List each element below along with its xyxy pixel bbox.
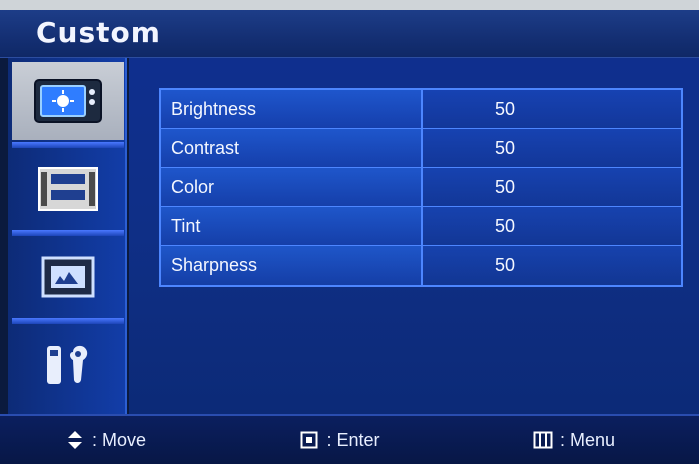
setting-row-color[interactable]: Color 50 [161, 168, 681, 207]
sidebar-item-tools[interactable] [12, 326, 124, 404]
setting-row-contrast[interactable]: Contrast 50 [161, 129, 681, 168]
settings-table: Brightness 50 Contrast 50 Color 50 Tint … [159, 88, 683, 287]
setting-value: 50 [423, 90, 681, 128]
page-title: Custom [36, 16, 161, 49]
osd-header: Custom [0, 10, 699, 58]
tv-icon [29, 74, 107, 128]
setting-label: Tint [161, 207, 423, 245]
sidebar-item-display[interactable] [12, 150, 124, 228]
settings-panel: Brightness 50 Contrast 50 Color 50 Tint … [129, 58, 699, 414]
menu-hint: : Menu [532, 430, 615, 451]
sidebar-item-picture[interactable] [12, 62, 124, 140]
setting-row-brightness[interactable]: Brightness 50 [161, 90, 681, 129]
menu-hint-label: : Menu [559, 429, 615, 450]
sidebar-separator [12, 230, 124, 236]
osd-footer: : Move : Enter : Menu [0, 414, 699, 464]
up-down-arrows-icon [64, 430, 86, 450]
sidebar-item-screen[interactable] [12, 238, 124, 316]
setting-row-sharpness[interactable]: Sharpness 50 [161, 246, 681, 285]
tools-icon [29, 338, 107, 392]
sidebar-separator [12, 318, 124, 324]
sidebar-separator [12, 142, 124, 148]
enter-hint-label: : Enter [326, 429, 380, 450]
setting-value: 50 [423, 129, 681, 167]
move-hint-label: : Move [92, 429, 147, 450]
menu-grid-icon [532, 431, 554, 449]
picture-icon [29, 250, 107, 304]
setting-value: 50 [423, 207, 681, 245]
setting-value: 50 [423, 246, 681, 285]
top-strip [0, 0, 699, 10]
film-strip-icon [29, 162, 107, 216]
enter-hint: : Enter [298, 429, 380, 451]
move-hint: : Move [64, 430, 146, 451]
setting-value: 50 [423, 168, 681, 206]
setting-row-tint[interactable]: Tint 50 [161, 207, 681, 246]
setting-label: Brightness [161, 90, 423, 128]
setting-label: Sharpness [161, 246, 423, 285]
setting-label: Color [161, 168, 423, 206]
setting-label: Contrast [161, 129, 423, 167]
sidebar [8, 58, 127, 414]
enter-square-icon [298, 431, 320, 449]
osd-screen: Custom Brightness 50 Contrast 50 Color 5… [0, 0, 699, 464]
